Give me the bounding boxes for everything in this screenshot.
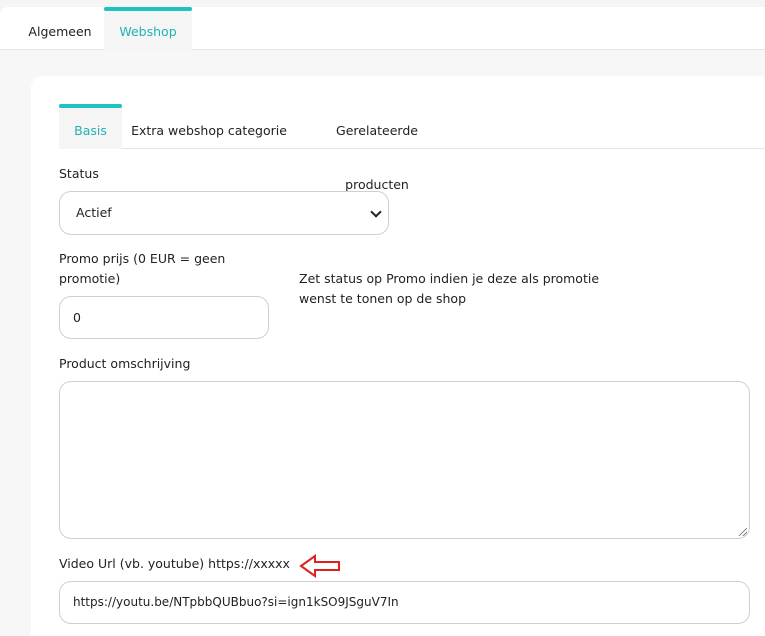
tab-gerelateerde-producten[interactable]: Gerelateerde producten xyxy=(303,104,451,192)
product-description-label: Product omschrijving xyxy=(59,356,191,371)
video-url-label: Video Url (vb. youtube) https://xxxxx xyxy=(59,556,290,571)
tab-algemeen[interactable]: Algemeen xyxy=(18,7,102,50)
arrow-left-icon xyxy=(299,554,340,578)
video-url-input[interactable]: https://youtu.be/NTpbbQUBbuo?si=ign1kSO9… xyxy=(59,581,750,624)
promo-price-input[interactable]: 0 xyxy=(59,296,269,339)
promo-price-label: Promo prijs (0 EUR = geen promotie) xyxy=(59,251,226,286)
tab-extra-webshop-categorie[interactable]: Extra webshop categorie xyxy=(129,104,289,149)
tab-basis[interactable]: Basis xyxy=(59,104,122,149)
chevron-down-icon xyxy=(370,206,382,218)
status-select[interactable]: Actief xyxy=(59,191,389,235)
promo-price-value: 0 xyxy=(73,310,81,325)
resize-handle-icon[interactable] xyxy=(739,528,747,536)
sub-tab-bar: Basis Extra webshop categorie Gerelateer… xyxy=(59,104,765,192)
status-select-value: Actief xyxy=(76,205,112,220)
main-tab-bar: Algemeen Webshop xyxy=(0,7,765,50)
promo-hint-text: Zet status op Promo indien je deze als p… xyxy=(299,271,600,306)
video-url-value: https://youtu.be/NTpbbQUBbuo?si=ign1kSO9… xyxy=(73,595,399,609)
tab-webshop[interactable]: Webshop xyxy=(104,7,192,50)
product-description-textarea[interactable] xyxy=(59,381,750,539)
status-label: Status xyxy=(59,166,99,181)
